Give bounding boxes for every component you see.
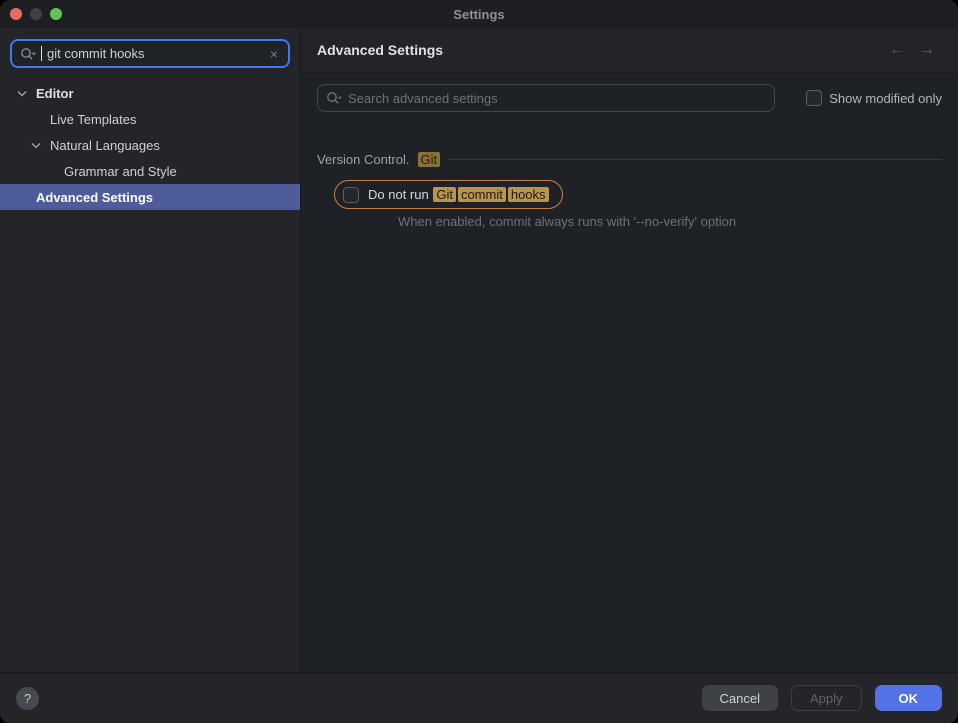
section-divider	[448, 159, 942, 160]
chevron-down-icon[interactable]	[16, 87, 28, 99]
sidebar-item-label: Natural Languages	[50, 138, 160, 153]
section-label: Version Control.	[317, 152, 410, 167]
panel-header: Advanced Settings ← →	[301, 28, 958, 73]
search-icon	[326, 91, 342, 105]
show-modified-only-checkbox[interactable]	[806, 90, 822, 106]
option-highlight-hooks: hooks	[508, 187, 549, 202]
option-description: When enabled, commit always runs with '-…	[398, 214, 958, 229]
do-not-run-git-hooks-option[interactable]: Do not run Gitcommithooks	[334, 180, 563, 209]
search-match-option-row: Do not run Gitcommithooks When enabled, …	[334, 180, 958, 229]
chevron-down-icon[interactable]	[30, 139, 42, 151]
option-label-prefix: Do not run	[368, 187, 429, 202]
sidebar-item-advanced-settings[interactable]: Advanced Settings	[0, 184, 300, 210]
footer-buttons: Cancel Apply OK	[702, 685, 943, 711]
sidebar-item-grammar-and-style[interactable]: Grammar and Style	[0, 158, 300, 184]
search-icon	[20, 47, 36, 61]
option-highlight-commit: commit	[458, 187, 506, 202]
sidebar-item-label: Grammar and Style	[64, 164, 177, 179]
sidebar-item-live-templates[interactable]: Live Templates	[0, 106, 300, 132]
settings-window: Settings git commit hooks ×	[0, 0, 958, 723]
sidebar-search-value: git commit hooks	[47, 46, 263, 61]
sidebar-item-natural-languages[interactable]: Natural Languages	[0, 132, 300, 158]
settings-tree: Editor Live Templates Natural Languages …	[0, 80, 300, 210]
page-title: Advanced Settings	[317, 42, 882, 58]
advanced-search-field[interactable]	[317, 84, 775, 112]
settings-sidebar: git commit hooks × Editor Live Templates	[0, 28, 301, 672]
option-highlight-git: Git	[433, 187, 456, 202]
section-highlight-git: Git	[418, 152, 441, 167]
sidebar-search-input[interactable]: git commit hooks ×	[10, 39, 290, 68]
sidebar-item-editor[interactable]: Editor	[0, 80, 300, 106]
titlebar[interactable]: Settings	[0, 0, 958, 28]
show-modified-only-label: Show modified only	[829, 91, 942, 106]
sidebar-item-label: Live Templates	[50, 112, 136, 127]
section-version-control-git: Version Control. Git	[317, 152, 942, 167]
show-modified-only-option[interactable]: Show modified only	[806, 90, 942, 106]
do-not-run-git-hooks-checkbox[interactable]	[343, 187, 359, 203]
text-caret	[41, 46, 42, 61]
dialog-footer: ? Cancel Apply OK	[0, 672, 958, 723]
forward-arrow-icon[interactable]: →	[912, 41, 942, 59]
advanced-search-row: Show modified only	[301, 73, 958, 112]
back-arrow-icon[interactable]: ←	[882, 41, 912, 59]
window-title: Settings	[0, 7, 958, 22]
cancel-button[interactable]: Cancel	[702, 685, 778, 711]
sidebar-item-label: Advanced Settings	[36, 190, 153, 205]
apply-button[interactable]: Apply	[791, 685, 862, 711]
help-button[interactable]: ?	[16, 687, 39, 710]
sidebar-item-label: Editor	[36, 86, 74, 101]
clear-search-icon[interactable]: ×	[268, 47, 280, 61]
advanced-settings-panel: Advanced Settings ← →	[301, 28, 958, 672]
ok-button[interactable]: OK	[875, 685, 943, 711]
advanced-search-input[interactable]	[348, 91, 766, 106]
option-label: Do not run Gitcommithooks	[368, 187, 550, 202]
